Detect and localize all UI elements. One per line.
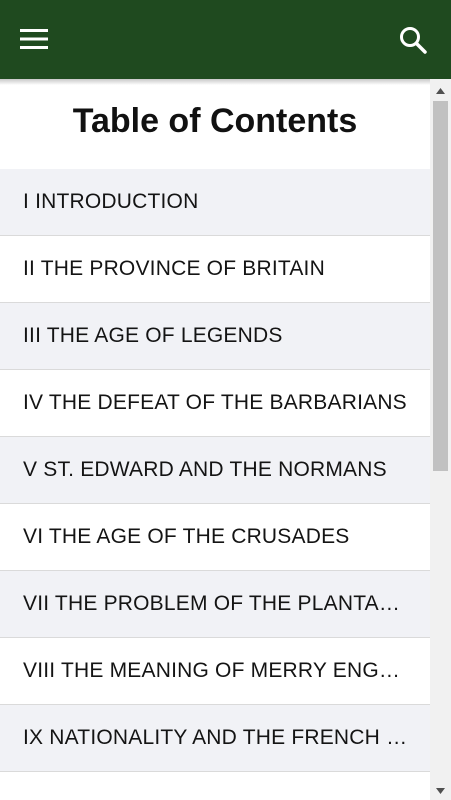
toc-content: Table of Contents I INTRODUCTION II THE … [0,79,430,800]
app-bar [0,0,451,79]
toc-item-label: V ST. EDWARD AND THE NORMANS [23,458,387,481]
toc-list: I INTRODUCTION II THE PROVINCE OF BRITAI… [0,169,430,772]
toc-item[interactable]: VII THE PROBLEM OF THE PLANTAGENETS [0,571,430,638]
page-title: Table of Contents [72,102,358,140]
menu-button[interactable] [14,22,54,56]
toc-item[interactable]: I INTRODUCTION [0,169,430,236]
search-button[interactable] [392,20,434,60]
triangle-up-icon [436,88,445,94]
scrollbar-thumb[interactable] [433,101,448,471]
toc-item-label: IX NATIONALITY AND THE FRENCH WARS [23,726,408,749]
scroll-up-button[interactable] [430,82,451,100]
toc-item-label: VIII THE MEANING OF MERRY ENGLAND [23,659,408,682]
toc-item-label: IV THE DEFEAT OF THE BARBARIANS [23,391,407,414]
toc-item-label: I INTRODUCTION [23,190,199,213]
toc-item[interactable]: II THE PROVINCE OF BRITAIN [0,236,430,303]
vertical-scrollbar[interactable] [430,79,451,800]
toc-item-label: VI THE AGE OF THE CRUSADES [23,525,350,548]
toc-item[interactable]: VIII THE MEANING OF MERRY ENGLAND [0,638,430,705]
toc-item-label: II THE PROVINCE OF BRITAIN [23,257,325,280]
toc-item[interactable]: IX NATIONALITY AND THE FRENCH WARS [0,705,430,772]
toc-item[interactable]: VI THE AGE OF THE CRUSADES [0,504,430,571]
toc-item-label: VII THE PROBLEM OF THE PLANTAGENETS [23,592,408,615]
scroll-down-button[interactable] [430,782,451,800]
search-icon [400,27,427,54]
toc-item[interactable]: V ST. EDWARD AND THE NORMANS [0,437,430,504]
hamburger-menu-icon [20,29,48,49]
toc-item[interactable]: III THE AGE OF LEGENDS [0,303,430,370]
triangle-down-icon [436,788,445,794]
toc-item[interactable]: IV THE DEFEAT OF THE BARBARIANS [0,370,430,437]
toc-item-label: III THE AGE OF LEGENDS [23,324,283,347]
